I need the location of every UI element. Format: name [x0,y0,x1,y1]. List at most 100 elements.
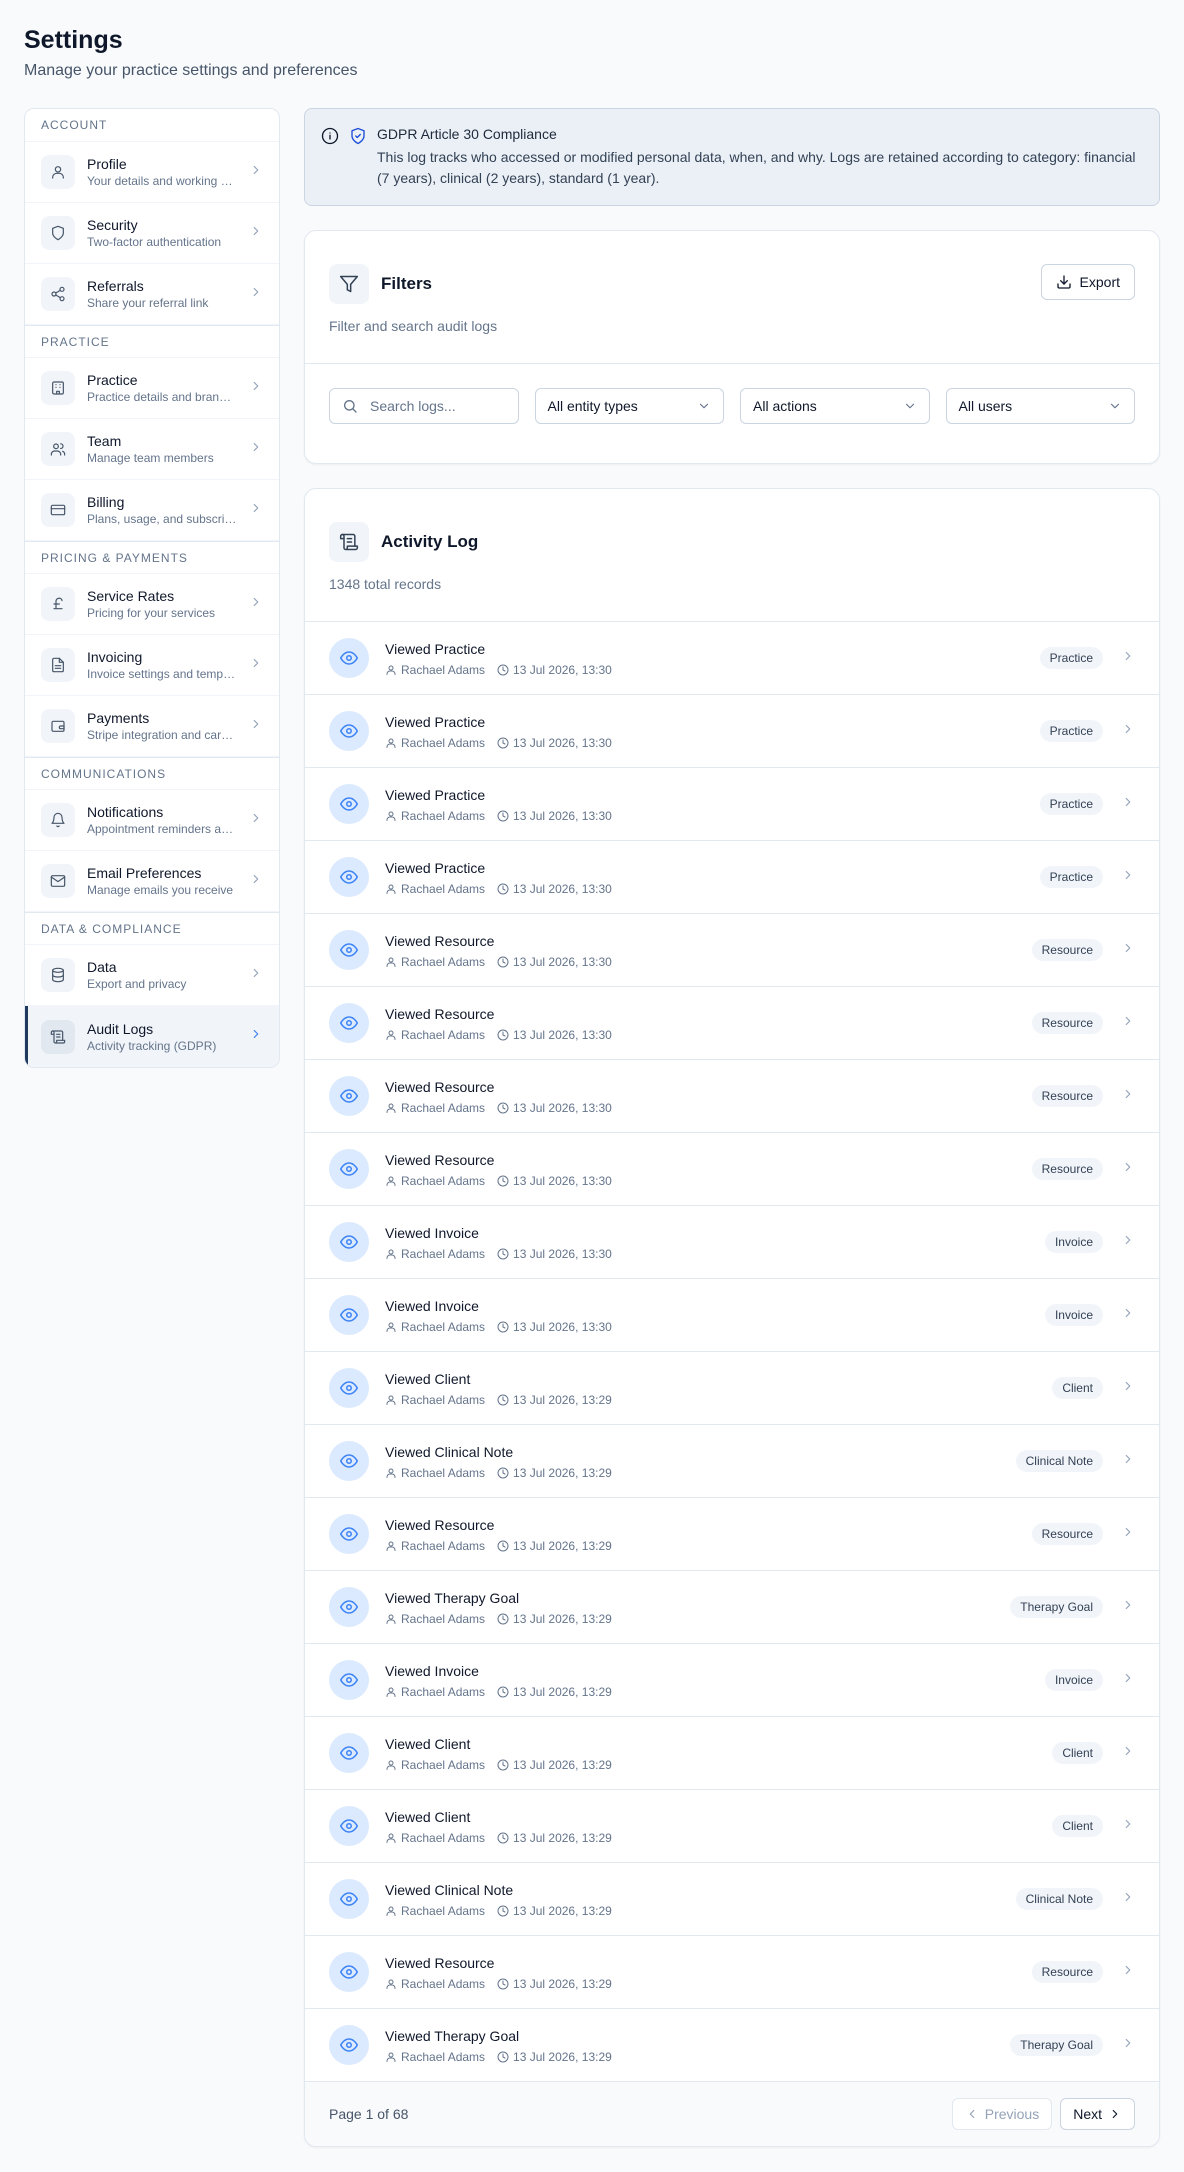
chevron-down-icon [905,403,914,409]
log-timestamp: 13 Jul 2026, 13:30 [497,1247,612,1261]
action-select[interactable]: All actions [740,388,930,424]
clock-icon [497,1905,513,1917]
sidebar-group-title: Account [25,109,279,142]
log-meta: Rachael Adams 13 Jul 2026, 13:29 [385,1977,1032,1991]
export-button[interactable]: Export [1040,264,1135,300]
previous-page-button[interactable]: Previous [951,2098,1053,2130]
user-icon [385,1613,401,1625]
activity-log-title: Activity Log [381,532,479,551]
sidebar-item-invoicing[interactable]: Invoicing Invoice settings and templates [25,635,279,696]
clock-icon [497,1102,513,1114]
log-action-title: Viewed Client [385,1370,471,1387]
sidebar-item-billing[interactable]: Billing Plans, usage, and subscription [25,480,279,541]
sidebar-item-profile[interactable]: Profile Your details and working hours [25,142,279,203]
log-row[interactable]: Viewed Therapy Goal Rachael Adams 13 Jul 2… [305,2009,1159,2082]
log-row[interactable]: Viewed Clinical Note Rachael Adams 13 Jul … [305,1425,1159,1498]
log-timestamp: 13 Jul 2026, 13:30 [497,809,612,823]
clock-icon [497,810,513,822]
log-timestamp: 13 Jul 2026, 13:30 [497,882,612,896]
log-row-text: Viewed Clinical Note Rachael Adams 13 Jul … [385,1443,1016,1480]
log-time: 13 Jul 2026, 13:30 [513,1319,612,1334]
log-row[interactable]: Viewed Client Rachael Adams 13 Jul 2026, 1… [305,1717,1159,1790]
chevron-right-icon [1121,868,1135,887]
log-row[interactable]: Viewed Invoice Rachael Adams 13 Jul 2026, … [305,1279,1159,1352]
user-icon [385,1832,401,1844]
log-row[interactable]: Viewed Resource Rachael Adams 13 Jul 2026,… [305,1498,1159,1571]
log-row[interactable]: Viewed Invoice Rachael Adams 13 Jul 2026, … [305,1644,1159,1717]
log-row[interactable]: Viewed Therapy Goal Rachael Adams 13 Jul 2… [305,1571,1159,1644]
sidebar-group-title: Communications [25,757,279,790]
user-icon [385,1905,401,1917]
user-select[interactable]: All users [945,388,1135,424]
log-user-name: Rachael Adams [401,881,486,896]
user-icon [385,1394,401,1406]
log-row[interactable]: Viewed Clinical Note Rachael Adams 13 Jul … [305,1863,1159,1936]
search-input[interactable] [370,398,500,414]
log-row[interactable]: Viewed Practice Rachael Adams 13 Jul 2026,… [305,841,1159,914]
log-user: Rachael Adams [385,809,485,823]
sidebar-item-payments[interactable]: Payments Stripe integration and card paym… [25,696,279,757]
log-action-title: Viewed Practice [385,713,486,730]
pound-icon [41,587,75,621]
action-value: All actions [753,398,817,414]
log-row-text: Viewed Therapy Goal Rachael Adams 13 Jul 2… [385,1589,1010,1626]
sidebar-item-service-rates[interactable]: Service Rates Pricing for your services [25,574,279,635]
log-row[interactable]: Viewed Practice Rachael Adams 13 Jul 2026,… [305,768,1159,841]
search-icon [344,400,357,413]
sidebar-item-notifications[interactable]: Notifications Appointment reminders and a… [25,790,279,851]
sidebar-item-referrals[interactable]: Referrals Share your referral link [25,264,279,325]
log-user-name: Rachael Adams [401,1465,486,1480]
log-timestamp: 13 Jul 2026, 13:30 [497,663,612,677]
log-row[interactable]: Viewed Practice Rachael Adams 13 Jul 2026,… [305,622,1159,695]
eye-icon [329,1733,369,1773]
previous-label: Previous [984,2106,1040,2122]
log-meta: Rachael Adams 13 Jul 2026, 13:30 [385,1101,1032,1115]
sidebar-item-label: Email Preferences [87,865,202,881]
sidebar-item-team[interactable]: Team Manage team members [25,419,279,480]
log-row[interactable]: Viewed Resource Rachael Adams 13 Jul 2026,… [305,1060,1159,1133]
log-row[interactable]: Viewed Resource Rachael Adams 13 Jul 2026,… [305,987,1159,1060]
log-user-name: Rachael Adams [401,1027,486,1042]
chevron-right-icon [249,224,263,243]
log-user: Rachael Adams [385,1612,485,1626]
entity-type-badge: Practice [1039,720,1103,742]
clock-icon [497,1394,513,1406]
sidebar-item-email-preferences[interactable]: Email Preferences Manage emails you recei… [25,851,279,912]
log-time: 13 Jul 2026, 13:29 [513,1830,612,1845]
log-row[interactable]: Viewed Resource Rachael Adams 13 Jul 2026,… [305,914,1159,987]
next-page-button[interactable]: Next [1060,2098,1135,2130]
log-user: Rachael Adams [385,1758,485,1772]
log-row[interactable]: Viewed Resource Rachael Adams 13 Jul 2026,… [305,1133,1159,1206]
sidebar-item-label: Team [87,433,122,449]
log-row[interactable]: Viewed Client Rachael Adams 13 Jul 2026, 1… [305,1352,1159,1425]
pagination: Page 1 of 68 Previous Next [305,2082,1159,2146]
log-row-text: Viewed Practice Rachael Adams 13 Jul 2026,… [385,786,1040,823]
search-box [329,388,519,424]
chevron-right-icon [249,872,263,891]
chevron-right-icon [249,163,263,182]
log-time: 13 Jul 2026, 13:29 [513,1392,612,1407]
chevron-right-icon [249,811,263,830]
clock-icon [497,1759,513,1771]
log-time: 13 Jul 2026, 13:29 [513,2049,612,2064]
sidebar-item-practice[interactable]: Practice Practice details and branding [25,358,279,419]
log-user-name: Rachael Adams [401,735,486,750]
sidebar-item-description: Share your referral link [87,296,209,310]
clock-icon [497,1613,513,1625]
info-icon [321,127,339,145]
chevron-right-icon [249,501,263,520]
log-row[interactable]: Viewed Resource Rachael Adams 13 Jul 2026,… [305,1936,1159,2009]
sidebar-item-security[interactable]: Security Two-factor authentication [25,203,279,264]
user-icon [385,1248,401,1260]
log-row[interactable]: Viewed Invoice Rachael Adams 13 Jul 2026, … [305,1206,1159,1279]
sidebar-item-data[interactable]: Data Export and privacy [25,945,279,1006]
log-action-title: Viewed Resource [385,1151,495,1168]
log-time: 13 Jul 2026, 13:29 [513,1465,612,1480]
log-row[interactable]: Viewed Practice Rachael Adams 13 Jul 2026,… [305,695,1159,768]
eye-icon [329,784,369,824]
entity-type-select[interactable]: All entity types [534,388,724,424]
log-row-text: Viewed Invoice Rachael Adams 13 Jul 2026, … [385,1662,1045,1699]
sidebar-item-audit-logs[interactable]: Audit Logs Activity tracking (GDPR) [25,1006,279,1067]
log-time: 13 Jul 2026, 13:29 [513,1538,612,1553]
log-row[interactable]: Viewed Client Rachael Adams 13 Jul 2026, 1… [305,1790,1159,1863]
